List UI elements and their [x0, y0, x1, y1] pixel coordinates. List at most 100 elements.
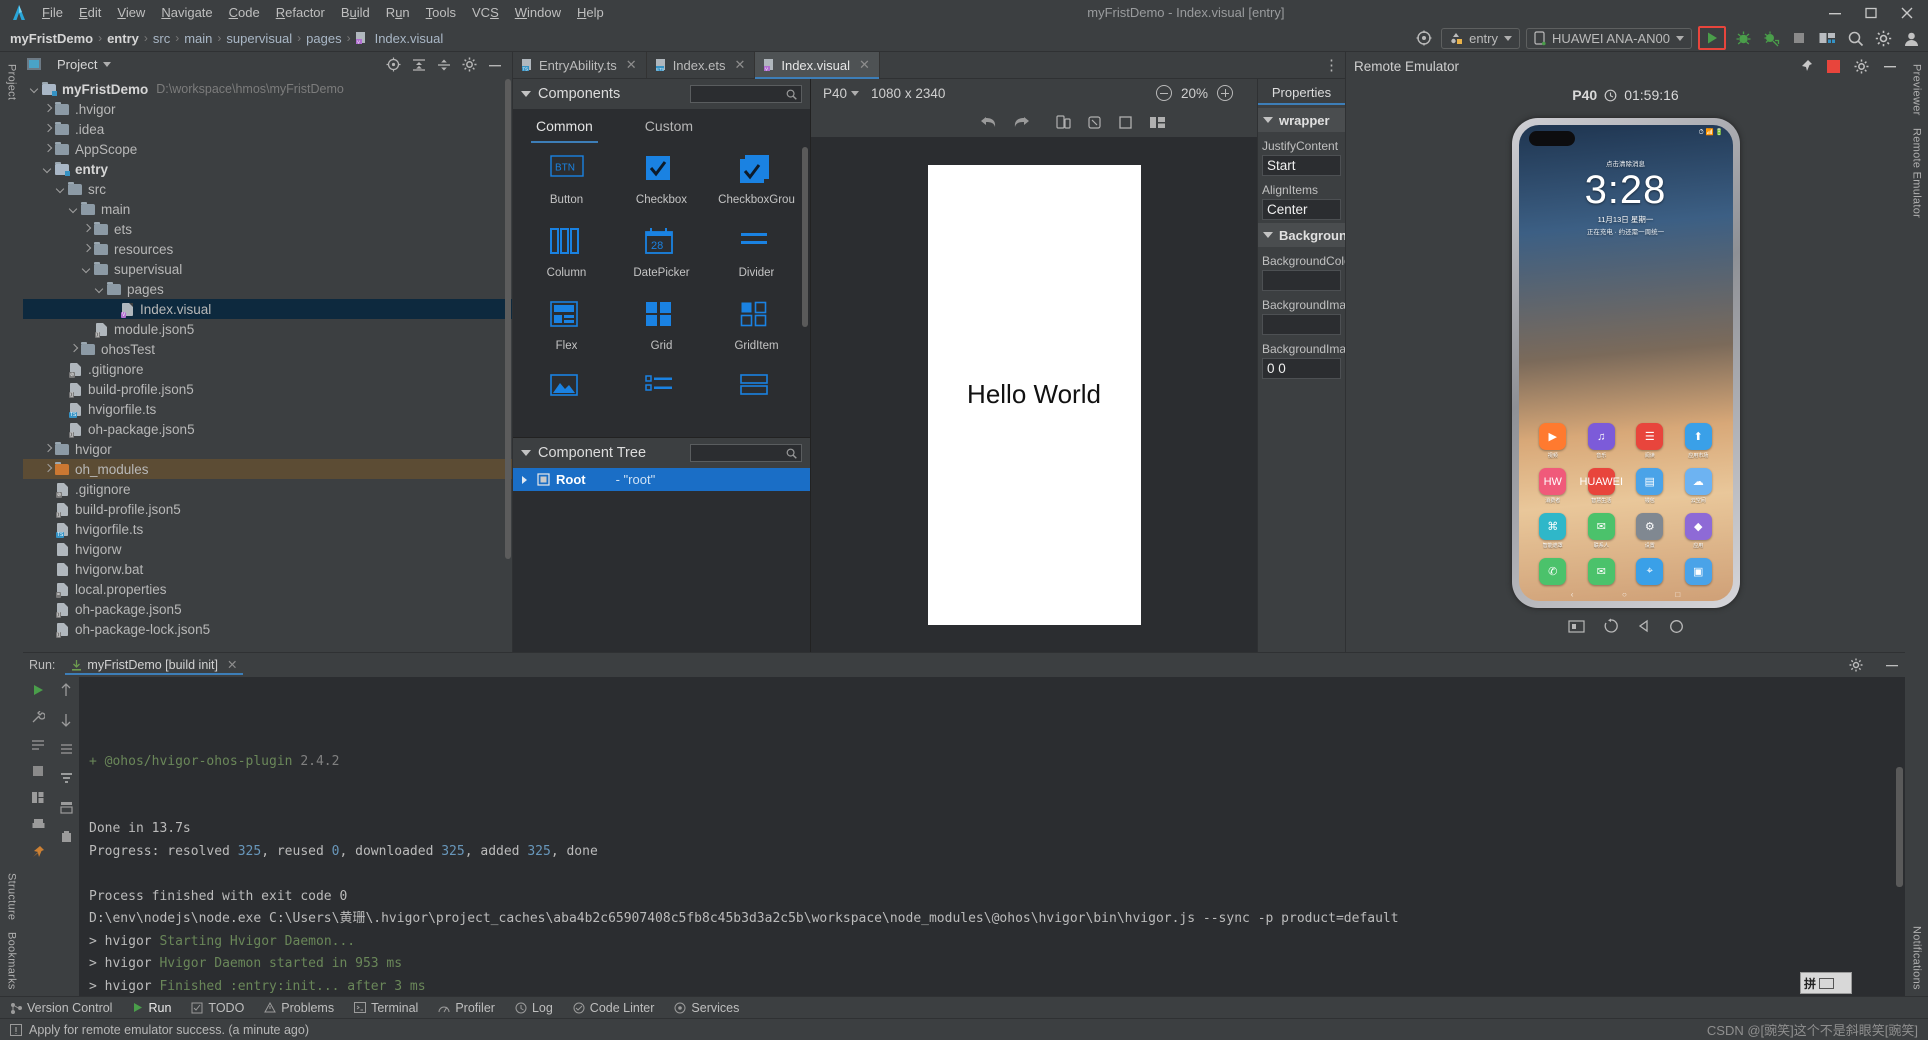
layout-icon[interactable] [31, 791, 45, 804]
menu-bar[interactable]: FFileile Edit View Navigate Code Refacto… [42, 5, 604, 20]
device-selector[interactable]: HUAWEI ANA-AN00 [1526, 27, 1692, 49]
property-value-input[interactable]: 0 0 [1262, 358, 1341, 379]
menu-view[interactable]: View [117, 5, 145, 20]
close-icon[interactable]: ✕ [859, 57, 870, 73]
project-tree[interactable]: myFristDemo D:\workspace\hmos\myFristDemo… [23, 77, 512, 652]
maximize-icon[interactable] [1864, 6, 1878, 20]
console-scrollbar[interactable] [1896, 767, 1903, 887]
frame-icon[interactable] [1118, 115, 1133, 130]
home-screen-app[interactable]: ◆ 应用 [1674, 513, 1723, 549]
components-grid[interactable]: BTN Button Checkbox CheckboxGrou Column 28 Dat… [513, 143, 810, 437]
tab-index-visual[interactable]: V Index.visual ✕ [755, 52, 880, 79]
project-scrollbar[interactable] [505, 79, 511, 559]
property-value-input[interactable] [1262, 314, 1341, 335]
pin-icon[interactable] [1799, 59, 1813, 73]
debug-button[interactable] [1732, 27, 1754, 49]
target-icon[interactable] [386, 57, 401, 72]
component-item[interactable]: Flex [519, 301, 614, 374]
tree-row[interactable]: ohosTest [23, 339, 512, 359]
gear-icon[interactable] [1849, 658, 1863, 672]
tree-row[interactable]: hvigorw [23, 539, 512, 559]
tab-entryability-ts[interactable]: TS EntryAbility.ts ✕ [513, 52, 647, 78]
minimize-icon[interactable] [488, 58, 502, 72]
stop-icon[interactable] [32, 765, 44, 777]
property-value-input[interactable]: Center [1262, 199, 1341, 220]
bottom-tool-version-control[interactable]: Version Control [10, 1001, 112, 1015]
collapse-arrow-icon[interactable] [81, 263, 93, 275]
device-manager-button[interactable] [1816, 27, 1838, 49]
home-screen-app[interactable]: ☁ 云空间 [1674, 468, 1723, 504]
tab-index-ets[interactable]: ETS Index.ets ✕ [647, 52, 756, 78]
tree-row[interactable]: ets [23, 219, 512, 239]
tree-row[interactable]: ⊘ .gitignore [23, 359, 512, 379]
wrench-icon[interactable] [31, 711, 45, 725]
component-item[interactable]: Checkbox [614, 155, 709, 228]
trash-icon[interactable] [61, 830, 72, 843]
rerun-icon[interactable] [31, 683, 45, 697]
tree-row[interactable]: entry [23, 159, 512, 179]
component-item[interactable] [519, 374, 614, 437]
expand-arrow-icon[interactable] [81, 223, 93, 235]
ime-indicator[interactable]: 拼 [1800, 972, 1852, 994]
system-nav-bar[interactable]: ‹ ○ □ [1519, 590, 1733, 599]
component-item[interactable]: GridItem [709, 301, 804, 374]
filter-icon[interactable] [60, 772, 73, 785]
menu-code[interactable]: Code [229, 5, 260, 20]
menu-build[interactable]: Build [341, 5, 370, 20]
menu-refactor[interactable]: Refactor [276, 5, 325, 20]
home-screen-dock[interactable]: ✆ ✉ ⌖ ▣ [1529, 558, 1723, 585]
strip-tab-project[interactable]: Project [3, 58, 21, 106]
menu-vcs[interactable]: VCS [472, 5, 499, 20]
dock-app[interactable]: ▣ [1674, 558, 1723, 585]
expand-arrow-icon[interactable] [42, 103, 54, 115]
home-circle-icon[interactable] [1669, 619, 1684, 634]
dock-app[interactable]: ✆ [1529, 558, 1578, 585]
device-preview-icon[interactable] [1056, 114, 1071, 130]
properties-section-header[interactable]: Background [1258, 223, 1345, 247]
breadcrumb-item-pages[interactable]: pages [306, 31, 341, 46]
expand-arrow-icon[interactable] [42, 143, 54, 155]
scroll-to-end-icon[interactable] [60, 743, 73, 756]
tree-row[interactable]: {} oh-package.json5 [23, 599, 512, 619]
tree-row[interactable]: src [23, 179, 512, 199]
tree-row[interactable]: supervisual [23, 259, 512, 279]
strip-tab-previewer[interactable]: Previewer [1908, 58, 1926, 122]
expand-all-icon[interactable] [412, 58, 426, 72]
tree-row[interactable]: AppScope [23, 139, 512, 159]
tree-row[interactable]: = local.properties [23, 579, 512, 599]
tree-row[interactable]: {} oh-package-lock.json5 [23, 619, 512, 639]
component-item[interactable] [614, 374, 709, 437]
redo-icon[interactable] [1013, 115, 1030, 129]
tree-row[interactable]: main [23, 199, 512, 219]
back-icon[interactable] [1637, 619, 1651, 633]
breadcrumb-item-main[interactable]: main [184, 31, 212, 46]
close-icon[interactable] [1900, 6, 1914, 20]
tree-row[interactable]: {} oh-package.json5 [23, 419, 512, 439]
collapse-triangle-icon[interactable] [521, 91, 531, 97]
collapse-arrow-icon[interactable] [68, 203, 80, 215]
collapse-arrow-icon[interactable] [94, 283, 106, 295]
collapse-arrow-icon[interactable] [55, 183, 67, 195]
run-console-output[interactable]: + @ohos/hvigor-ohos-plugin 2.4.2 Done in… [79, 677, 1905, 996]
tree-row[interactable]: TS hvigorfile.ts [23, 399, 512, 419]
tree-row[interactable]: myFristDemo D:\workspace\hmos\myFristDemo [23, 79, 512, 99]
strip-tab-remote-emulator[interactable]: Remote Emulator [1908, 122, 1926, 224]
component-item[interactable]: Grid [614, 301, 709, 374]
gear-icon[interactable] [462, 57, 477, 72]
home-screen-app[interactable]: ⬆ 应用市场 [1674, 423, 1723, 459]
home-screen-app-grid[interactable]: ▶ 视频 ♫ 音乐 ☰ 阅读 ⬆ 应用市场 HW 消费者 HUAWEI 智慧生活 ▤ 钱包 ☁ 云空间 ⌘ 智能遮… [1529, 423, 1723, 549]
attach-debugger-button[interactable] [1760, 27, 1782, 49]
properties-section-header[interactable]: wrapper [1258, 108, 1345, 132]
tree-row[interactable]: resources [23, 239, 512, 259]
target-scope-icon[interactable] [1413, 27, 1435, 49]
tree-row[interactable]: ⊘ .gitignore [23, 479, 512, 499]
bottom-tool-code-linter[interactable]: Code Linter [573, 1001, 654, 1015]
tree-row[interactable]: V Index.visual [23, 299, 512, 319]
collapse-arrow-icon[interactable] [29, 83, 41, 95]
component-item[interactable]: 28 DatePicker [614, 228, 709, 301]
run-session-tab[interactable]: myFristDemo [build init] ✕ [65, 655, 243, 675]
breadcrumb-item-supervisual[interactable]: supervisual [226, 31, 292, 46]
components-search-input[interactable] [690, 85, 802, 103]
home-screen-app[interactable]: ▤ 钱包 [1626, 468, 1675, 504]
expand-arrow-icon[interactable] [42, 123, 54, 135]
